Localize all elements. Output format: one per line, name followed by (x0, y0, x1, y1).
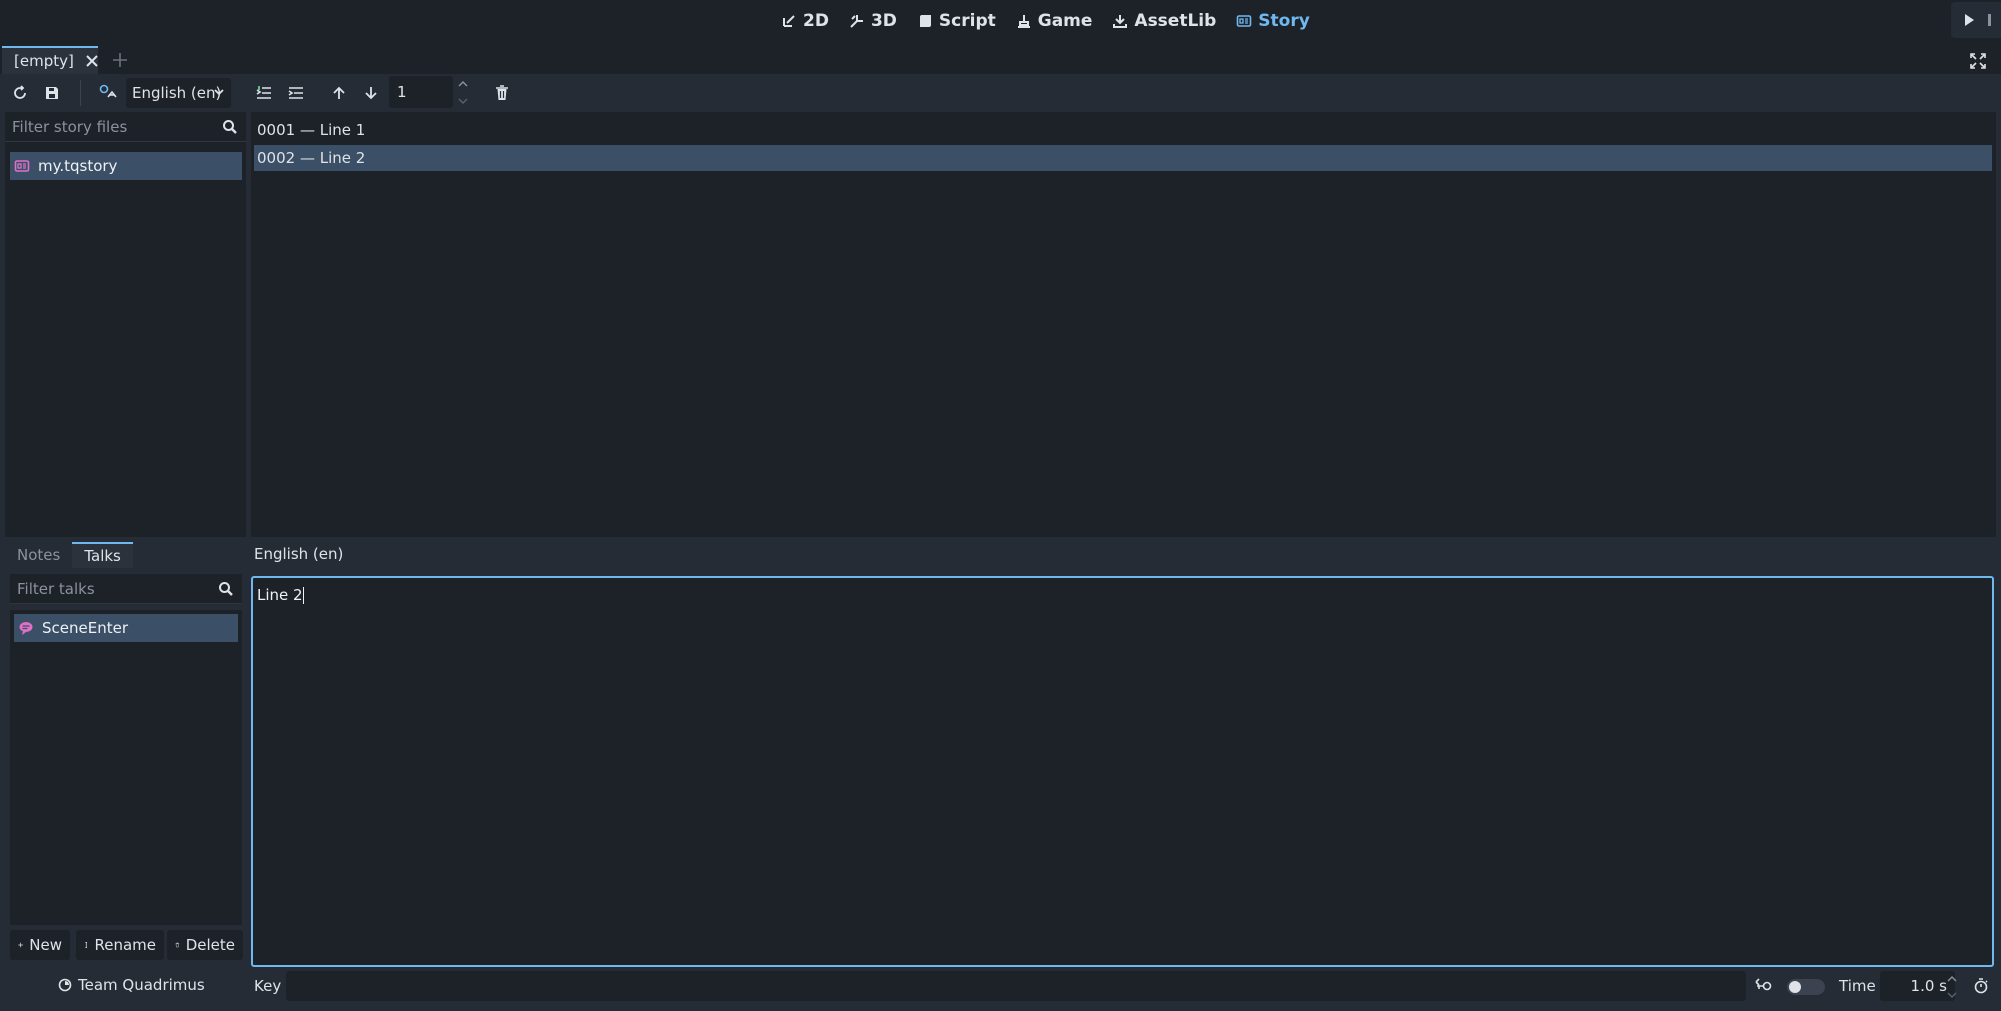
line-text-editor[interactable]: Line 2 (251, 576, 1994, 967)
story-lines-list (251, 112, 1996, 537)
mode-game-button[interactable]: Game (1008, 6, 1101, 36)
time-value: 1.0 s (1910, 977, 1947, 995)
mode-script-button[interactable]: Script (909, 6, 1004, 36)
line-index-value: 1 (397, 83, 407, 101)
story-line-label: 0002 — Line 2 (257, 149, 366, 167)
key-label: Key (254, 977, 282, 995)
script-icon (919, 15, 931, 27)
spin-arrows-icon[interactable] (456, 78, 470, 108)
story-file-item[interactable]: my.tqstory (10, 152, 242, 180)
link-key-icon[interactable] (1755, 978, 1773, 994)
story-line-row[interactable]: 0002 — Line 2 (254, 145, 1992, 171)
search-icon (219, 582, 233, 596)
delete-talk-label: Delete (185, 936, 235, 954)
team-credit: Team Quadrimus (58, 976, 205, 994)
auto-time-toggle[interactable] (1787, 979, 1825, 995)
delete-line-button[interactable] (491, 82, 513, 104)
editor-language-label: English (en) (254, 545, 344, 563)
mode-assetlib-label: AssetLib (1134, 11, 1217, 31)
rename-talk-label: Rename (94, 936, 156, 954)
team-credit-label: Team Quadrimus (78, 976, 205, 994)
talks-list (10, 610, 242, 925)
speech-bubble-icon (19, 622, 33, 635)
rename-talk-button[interactable]: Rename (76, 930, 164, 960)
text-caret (302, 587, 304, 604)
save-button[interactable] (41, 82, 63, 104)
talk-item[interactable]: SceneEnter (14, 614, 238, 642)
close-icon[interactable] (86, 55, 98, 67)
scene-tab-label: [empty] (14, 52, 74, 70)
language-select-value: English (en) (132, 84, 222, 102)
fullscreen-icon[interactable] (1969, 52, 1987, 70)
mode-3d-label: 3D (870, 11, 897, 31)
trash-icon (175, 942, 180, 948)
mode-game-label: Game (1037, 11, 1093, 31)
story-files-filter-input[interactable]: Filter story files (5, 112, 246, 142)
team-logo-icon (58, 978, 72, 992)
talks-filter-input[interactable]: Filter talks (10, 574, 242, 604)
notes-talks-tabs: Notes Talks (5, 542, 246, 568)
toolbar-separator (80, 80, 81, 106)
talk-item-label: SceneEnter (42, 619, 128, 637)
scene-tab[interactable]: [empty] (2, 46, 98, 74)
mode-story-label: Story (1258, 11, 1310, 31)
story-icon (1236, 15, 1252, 27)
story-files-filter-placeholder: Filter story files (12, 117, 128, 136)
move-up-button[interactable] (328, 82, 350, 104)
run-controls (1951, 2, 2001, 38)
mode-script-label: Script (938, 11, 996, 31)
time-label: Time (1839, 977, 1876, 995)
line-text-content: Line 2 (257, 586, 303, 604)
trash-icon (496, 85, 508, 100)
rename-icon (85, 941, 88, 949)
save-icon (46, 87, 58, 99)
key-input[interactable] (286, 971, 1746, 1001)
tab-talks[interactable]: Talks (72, 542, 133, 568)
time-spin-arrows-icon[interactable] (1946, 973, 1958, 1001)
mode-2d-label: 2D (803, 11, 829, 31)
plus-icon (18, 942, 23, 948)
2d-icon (783, 15, 795, 27)
editor-mode-switcher: 2D 3D Script Game AssetLib Story (773, 6, 1318, 36)
game-icon (1017, 15, 1030, 28)
chevron-down-icon (214, 89, 224, 96)
new-talk-button[interactable]: New (10, 930, 70, 960)
scene-tab-bar: [empty] (0, 44, 2001, 74)
mode-story-button[interactable]: Story (1228, 6, 1318, 36)
story-line-label: 0001 — Line 1 (257, 121, 366, 139)
stopwatch-icon[interactable] (1973, 978, 1989, 994)
new-talk-label: New (29, 936, 62, 954)
story-file-label: my.tqstory (38, 157, 118, 175)
move-down-button[interactable] (360, 82, 382, 104)
pause-icon[interactable] (1987, 13, 1997, 27)
tab-notes[interactable]: Notes (5, 542, 72, 568)
mode-assetlib-button[interactable]: AssetLib (1104, 6, 1224, 36)
delete-talk-button[interactable]: Delete (167, 930, 243, 960)
main-menu-bar: 2D 3D Script Game AssetLib Story (0, 0, 2001, 44)
language-select[interactable]: English (en) (126, 78, 231, 108)
append-line-button[interactable] (285, 82, 307, 104)
mode-3d-button[interactable]: 3D (841, 6, 905, 36)
translation-button[interactable] (97, 82, 119, 104)
translation-icon (99, 84, 117, 98)
reload-icon (14, 85, 26, 99)
line-index-spinbox[interactable]: 1 (389, 76, 453, 108)
add-tab-icon[interactable] (110, 50, 130, 70)
assetlib-icon (1113, 15, 1128, 28)
append-line-icon (288, 87, 303, 99)
insert-line-button[interactable] (253, 82, 275, 104)
time-spinbox[interactable]: 1.0 s (1880, 971, 1955, 1001)
search-icon (223, 120, 237, 134)
story-file-icon (14, 160, 30, 172)
reload-button[interactable] (9, 82, 31, 104)
arrow-down-icon (365, 87, 377, 100)
story-line-row[interactable]: 0001 — Line 1 (254, 117, 1992, 143)
3d-icon (850, 15, 863, 28)
mode-2d-button[interactable]: 2D (773, 6, 837, 36)
play-icon[interactable] (1963, 13, 1975, 27)
talks-filter-placeholder: Filter talks (17, 579, 95, 598)
insert-line-icon (256, 86, 271, 99)
arrow-up-icon (333, 86, 345, 99)
